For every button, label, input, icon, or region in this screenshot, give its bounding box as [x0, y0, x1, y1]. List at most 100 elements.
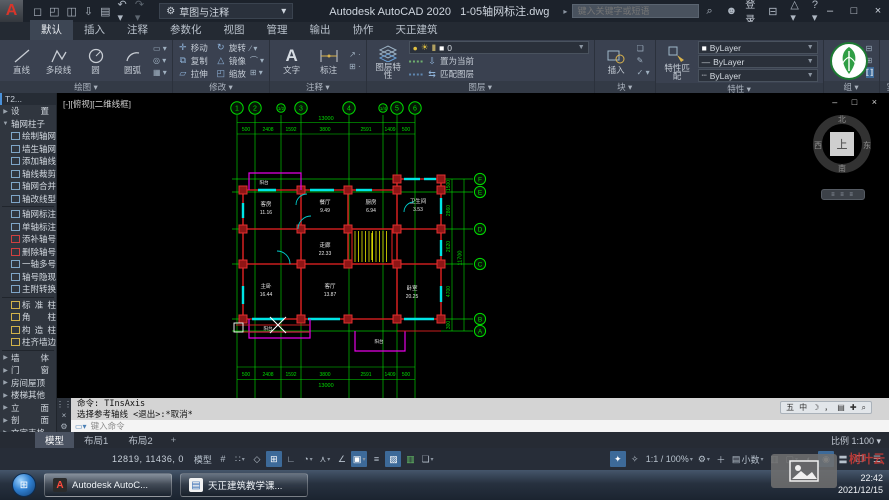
palette-item-18[interactable]: 柱齐墙边 [0, 336, 56, 349]
viewcube-north[interactable]: 北 [838, 114, 846, 125]
minimize-button[interactable]: – [819, 5, 841, 17]
palette-item-4[interactable]: 添加轴线 [0, 155, 56, 168]
viewcube-west[interactable]: 西 [814, 140, 822, 151]
object-snap-icon[interactable]: ▣▾ [351, 451, 368, 467]
layer-combo[interactable]: ● ☀ ▮ ■ 0 ▼ [409, 41, 589, 54]
infer-constraints-icon[interactable]: ◇ [249, 451, 265, 467]
help-icon[interactable]: ? ▾ [812, 0, 819, 24]
object-snap-tracking-icon[interactable]: ∠ [334, 451, 350, 467]
command-window-grip[interactable]: ⋮⋮ × ⚙ [57, 398, 71, 432]
search-icon[interactable]: ⌕ [706, 5, 712, 18]
palette-item-13[interactable]: 轴号隐现 [0, 271, 56, 284]
taskbar-app-2[interactable]: ▤天正建筑教学课... [180, 473, 308, 497]
panel-label-utilities[interactable]: 实用工具 ▾ [880, 81, 889, 93]
workspace-switching-icon[interactable]: ⚙▾ [696, 451, 712, 467]
leader-tool-icon[interactable]: ↗ · [349, 49, 361, 60]
viewcube-south[interactable]: 南 [838, 163, 846, 174]
rotate-button[interactable]: ↻旋转 [216, 42, 246, 54]
plot-icon[interactable]: ▤ [100, 5, 110, 18]
isometric-drafting-icon[interactable]: ⋏▾ [317, 451, 333, 467]
sheet-tab-布局1[interactable]: 布局1 [74, 432, 118, 448]
open-file-icon[interactable]: ◰ [49, 5, 59, 18]
fillet-tool-icon[interactable]: ⌒ ▾ [250, 55, 264, 66]
move-button[interactable]: ✛移动 [178, 42, 208, 54]
palette-item-10[interactable]: 添补轴号 [0, 233, 56, 246]
match-layer-button[interactable]: ▪▪▪▪ ⇆ 匹配图层 [409, 68, 589, 80]
restore-button[interactable]: □ [843, 5, 865, 17]
palette-item-24[interactable]: ▶剖面 [0, 414, 56, 427]
palette-item-1[interactable]: ▼轴网柱子 [0, 118, 56, 131]
insert-block-button[interactable]: 插入 [600, 46, 633, 75]
palette-item-22[interactable]: ▶楼梯其他 [0, 389, 56, 402]
polyline-button[interactable]: 多段线 [42, 46, 75, 75]
layer-properties-button[interactable]: 图层特性 [372, 43, 405, 79]
palette-item-20[interactable]: ▶门窗 [0, 364, 56, 377]
dynamic-input-icon[interactable]: ⊞ [266, 451, 282, 467]
ime-toolbar[interactable]: 五中☽，▤✚⌕ [780, 401, 872, 414]
palette-item-2[interactable]: 绘制轴网 [0, 130, 56, 143]
palette-item-14[interactable]: 主附转换 [0, 283, 56, 296]
circle-button[interactable]: 圆 [79, 46, 112, 75]
palette-item-8[interactable]: 轴网标注 [0, 208, 56, 221]
rectangle-tool-icon[interactable]: ▭ ▾ [153, 43, 167, 54]
ortho-mode-icon[interactable]: ∟ [283, 451, 299, 467]
create-block-icon[interactable]: ❏ [637, 43, 650, 54]
panel-label-block[interactable]: 块 ▾ [595, 81, 655, 93]
ribbon-tab-4[interactable]: 参数化 [159, 20, 213, 40]
palette-title[interactable]: T2... [0, 93, 56, 105]
palette-item-9[interactable]: 单轴标注 [0, 221, 56, 234]
annotation-monitor-icon[interactable]: ＋ [713, 451, 729, 467]
lineweight-combo[interactable]: — ByLayer▼ [698, 55, 818, 68]
block-attrs-icon[interactable]: ✓ ▾ [637, 67, 650, 78]
line-button[interactable]: 直线 [5, 46, 38, 75]
drawing-scale-label[interactable]: 比例 1:100 ▾ [831, 434, 881, 447]
copy-button[interactable]: ⧉复制 [178, 55, 208, 67]
ribbon-tab-8[interactable]: 协作 [342, 20, 385, 40]
scale-button[interactable]: ◰缩放 [216, 68, 246, 80]
sheet-tab-布局2[interactable]: 布局2 [118, 432, 162, 448]
dimension-button[interactable]: 标注 [312, 46, 345, 75]
start-button[interactable]: ⊞ [12, 473, 36, 497]
object-color-combo[interactable]: ■ ByLayer▼ [698, 41, 818, 54]
annotation-scale[interactable]: 1:1 / 100%▾ [644, 451, 695, 467]
panel-label-draw[interactable]: 绘图 ▾ [0, 81, 172, 93]
arc-button[interactable]: 圆弧 [116, 46, 149, 75]
panel-label-modify[interactable]: 修改 ▾ [173, 81, 269, 93]
ribbon-tab-7[interactable]: 输出 [299, 20, 342, 40]
lineweight-icon[interactable]: ≡ [368, 451, 384, 467]
annotation-visibility-icon[interactable]: ✦ [610, 451, 626, 467]
snap-mode-icon[interactable]: ∷▾ [232, 451, 248, 467]
new-file-icon[interactable]: ◻ [33, 5, 42, 18]
close-button[interactable]: × [867, 5, 889, 17]
taskbar-app-1[interactable]: AAutodesk AutoC... [44, 473, 172, 497]
viewcube-east[interactable]: 东 [863, 140, 871, 151]
model-space-toggle[interactable]: 模型 [192, 451, 214, 467]
save-as-icon[interactable]: ⇩ [84, 5, 93, 18]
edit-block-icon[interactable]: ✎ [637, 55, 650, 66]
system-tray-clock[interactable]: 22:42 2021/12/15 [838, 472, 883, 496]
ribbon-tab-5[interactable]: 视图 [213, 20, 256, 40]
linetype-combo[interactable]: ┄ ByLayer▼ [698, 69, 818, 82]
ellipse-tool-icon[interactable]: ◎ ▾ [153, 55, 167, 66]
autoscale-icon[interactable]: ✧ [627, 451, 643, 467]
ime-icon-2[interactable]: ☽ [812, 403, 819, 412]
gizmo-icon[interactable]: ❏▾ [419, 451, 435, 467]
save-icon[interactable]: ◫ [67, 5, 77, 18]
sheet-tab-模型[interactable]: 模型 [35, 432, 74, 448]
ribbon-tab-6[interactable]: 管理 [256, 20, 299, 40]
palette-item-12[interactable]: 一轴多号 [0, 258, 56, 271]
new-layout-button[interactable]: + [163, 434, 185, 447]
viewcube[interactable]: 上 北 南 东 西 [813, 115, 871, 173]
text-button[interactable]: A 文字 [275, 46, 308, 75]
palette-item-11[interactable]: 删除轴号 [0, 246, 56, 259]
ime-icon-6[interactable]: ⌕ [862, 403, 866, 413]
ribbon-tab-2[interactable]: 插入 [73, 20, 116, 40]
palette-item-19[interactable]: ▶墙体 [0, 352, 56, 365]
navigation-bar[interactable]: ≡ ≡ ≡ [821, 189, 865, 200]
customize-command-icon[interactable]: ⚙ [60, 422, 67, 431]
set-current-layer-button[interactable]: ▪▪▪▪ ⇩ 置为当前 [409, 55, 589, 67]
trim-tool-icon[interactable]: ∕ ▾ [250, 43, 264, 54]
palette-item-16[interactable]: 角柱 [0, 311, 56, 324]
palette-item-21[interactable]: ▶房间屋顶 [0, 377, 56, 390]
drawing-window-controls[interactable]: – □ × [832, 97, 883, 107]
